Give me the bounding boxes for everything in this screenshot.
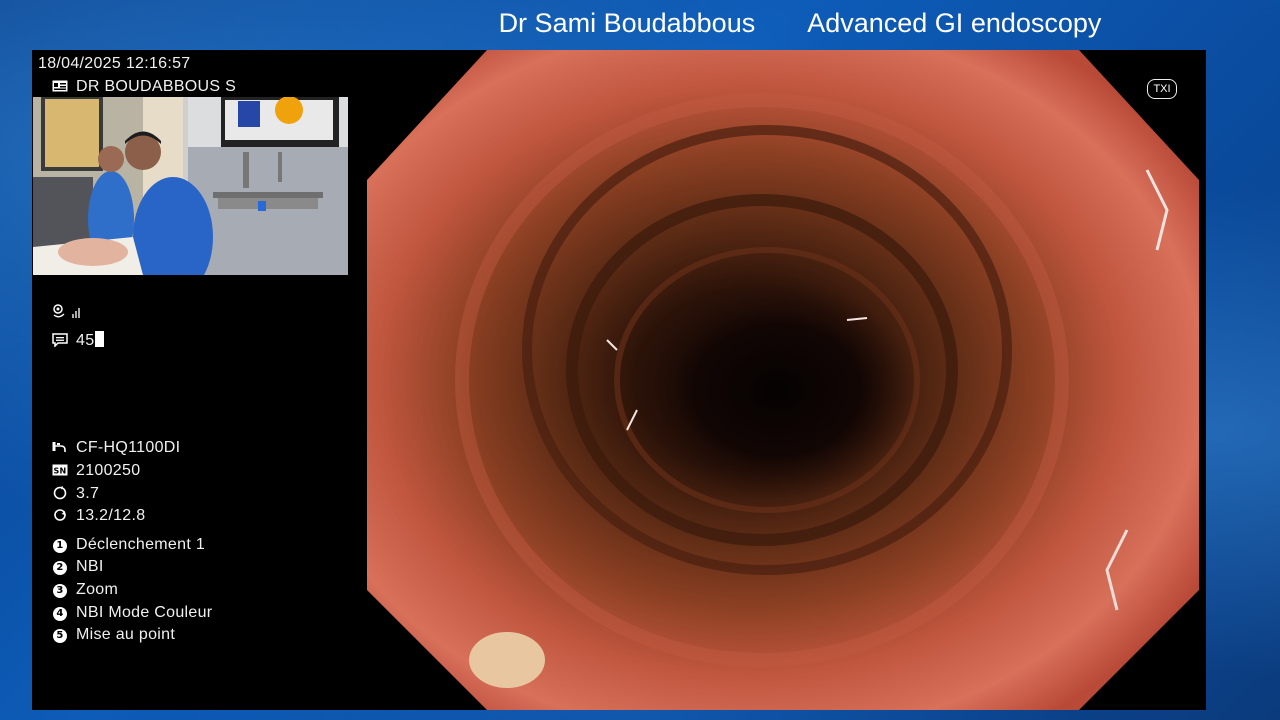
button-number-5-icon: 5 [53,629,67,643]
button-row-2: 2 NBI [53,558,104,576]
button-label-1: Déclenchement 1 [76,536,206,553]
value-b: 13.2/12.8 [76,507,146,524]
id-card-icon [52,80,68,92]
button-row-4: 4 NBI Mode Couleur [53,604,212,622]
text-cursor [95,331,105,347]
button-number-2-icon: 2 [53,561,67,575]
doctor-name: Dr Sami Boudabbous [498,8,756,38]
button-number-3-icon: 3 [53,584,67,598]
value-a-row: 3.7 [52,485,99,503]
room-camera-inset [33,97,348,275]
button-label-3: Zoom [76,581,119,598]
refresh-cycle-icon [54,509,66,521]
button-number-1-icon: 1 [53,539,67,553]
button-row-1: 1 Déclenchement 1 [53,536,205,554]
colon-lumen-image [367,50,1199,710]
comment-count: 45 [76,332,95,349]
endoscopic-view: TXI [367,50,1199,710]
serial-number-icon: SN [52,464,68,476]
physician-row: DR BOUDABBOUS S [52,78,236,96]
serial-row: SN 2100250 [52,462,140,480]
endoscope-icon [52,442,66,452]
rotation-icon [53,486,67,500]
serial-number: 2100250 [76,462,141,479]
button-number-4-icon: 4 [53,607,67,621]
comment-icon [52,333,68,347]
scope-model: CF-HQ1100DI [76,439,181,456]
scope-model-row: CF-HQ1100DI [52,439,180,457]
button-row-3: 3 Zoom [53,581,118,599]
txi-mode-badge: TXI [1147,79,1177,99]
room-camera-image [33,97,348,275]
value-b-row: 13.2/12.8 [52,507,145,525]
comment-row: 45 [52,331,105,350]
physician-name: DR BOUDABBOUS S [76,78,237,95]
endoscopy-monitor: 18/04/2025 12:16:57 DR BOUDABBOUS S 45 C… [32,50,1206,710]
value-a: 3.7 [76,485,100,502]
signal-row [52,303,90,322]
video-header: Dr Sami Boudabbous Advanced GI endoscopy [0,8,1280,44]
datetime-label: 18/04/2025 12:16:57 [38,55,191,72]
wireless-signal-icon [53,304,80,318]
button-label-5: Mise au point [76,626,176,643]
button-label-2: NBI [76,558,104,575]
svg-text:SN: SN [53,467,66,476]
specialty-title: Advanced GI endoscopy [807,8,1102,38]
button-label-4: NBI Mode Couleur [76,604,213,621]
button-row-5: 5 Mise au point [53,626,175,644]
